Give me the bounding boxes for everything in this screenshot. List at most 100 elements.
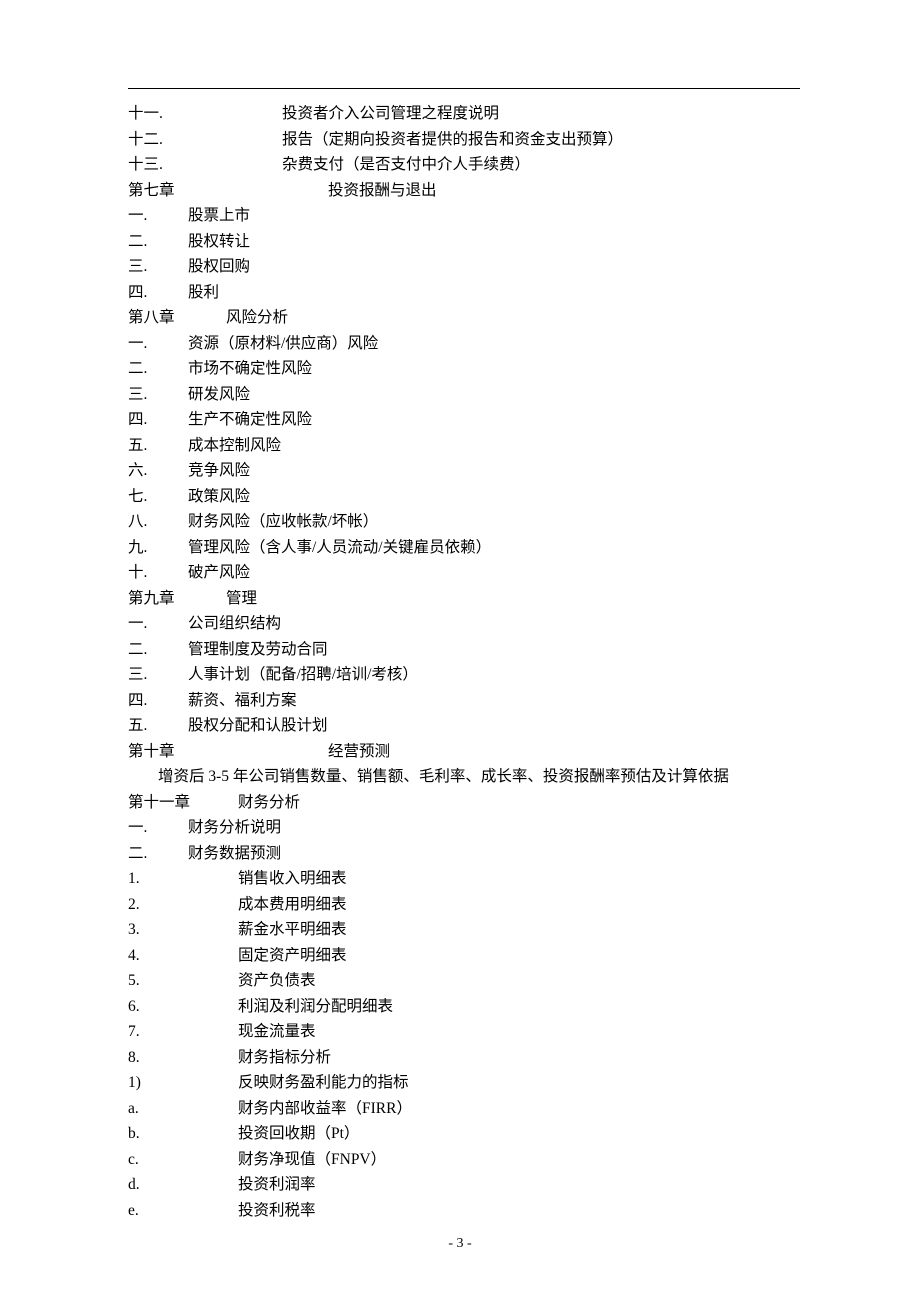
page-number: - 3 - (0, 1236, 920, 1252)
line-text: 杂费支付（是否支付中介人手续费） (282, 152, 530, 178)
line-number: 七. (128, 484, 188, 510)
toc-line: c.财务净现值（FNPV） (128, 1147, 800, 1173)
toc-line: d.投资利润率 (128, 1172, 800, 1198)
toc-line: 二.管理制度及劳动合同 (128, 637, 800, 663)
toc-line: 增资后 3-5 年公司销售数量、销售额、毛利率、成长率、投资报酬率预估及计算依据 (128, 764, 800, 790)
line-text: 管理 (226, 586, 257, 612)
toc-line: 八.财务风险（应收帐款/坏帐） (128, 509, 800, 535)
line-number: 五. (128, 713, 188, 739)
toc-line: 1.销售收入明细表 (128, 866, 800, 892)
line-text: 财务分析 (238, 790, 300, 816)
header-rule (128, 88, 800, 89)
line-number: 一. (128, 203, 188, 229)
toc-line: 六.竞争风险 (128, 458, 800, 484)
toc-line: 5.资产负债表 (128, 968, 800, 994)
line-number: 一. (128, 815, 188, 841)
line-number: 四. (128, 407, 188, 433)
line-text: 破产风险 (188, 560, 250, 586)
toc-line: 四.生产不确定性风险 (128, 407, 800, 433)
line-number: 十二. (128, 127, 282, 153)
toc-line: 五.成本控制风险 (128, 433, 800, 459)
toc-line: 十三.杂费支付（是否支付中介人手续费） (128, 152, 800, 178)
line-text: 资产负债表 (238, 968, 316, 994)
line-number: 八. (128, 509, 188, 535)
line-text: 增资后 3-5 年公司销售数量、销售额、毛利率、成长率、投资报酬率预估及计算依据 (158, 764, 729, 790)
toc-line: 三.研发风险 (128, 382, 800, 408)
line-text: 财务风险（应收帐款/坏帐） (188, 509, 378, 535)
line-number: 六. (128, 458, 188, 484)
toc-line: 四.股利 (128, 280, 800, 306)
line-number: 第十章 (128, 739, 328, 765)
toc-line: 8.财务指标分析 (128, 1045, 800, 1071)
line-text: 股权分配和认股计划 (188, 713, 328, 739)
line-number: 十. (128, 560, 188, 586)
toc-line: 十一.投资者介入公司管理之程度说明 (128, 101, 800, 127)
line-number: 一. (128, 331, 188, 357)
line-text: 生产不确定性风险 (188, 407, 312, 433)
line-number: 第七章 (128, 178, 328, 204)
toc-line: 二.市场不确定性风险 (128, 356, 800, 382)
line-number: 第十一章 (128, 790, 238, 816)
line-number: 1. (128, 866, 238, 892)
line-text: 财务内部收益率（FIRR） (238, 1096, 412, 1122)
line-number: 三. (128, 662, 188, 688)
line-text: 股票上市 (188, 203, 250, 229)
line-number: 7. (128, 1019, 238, 1045)
line-number: 1) (128, 1070, 238, 1096)
line-text: 风险分析 (226, 305, 288, 331)
toc-line: 四.薪资、福利方案 (128, 688, 800, 714)
toc-line: e.投资利税率 (128, 1198, 800, 1224)
line-number: 2. (128, 892, 238, 918)
line-text: 销售收入明细表 (238, 866, 347, 892)
line-text: 管理风险（含人事/人员流动/关键雇员依赖） (188, 535, 491, 561)
line-number: 二. (128, 356, 188, 382)
line-text: 股权回购 (188, 254, 250, 280)
line-text: 财务数据预测 (188, 841, 281, 867)
line-text: 投资者介入公司管理之程度说明 (282, 101, 499, 127)
line-text: 投资利税率 (238, 1198, 316, 1224)
toc-line: 4.固定资产明细表 (128, 943, 800, 969)
line-text: 反映财务盈利能力的指标 (238, 1070, 409, 1096)
line-number: 三. (128, 382, 188, 408)
toc-line: 一.财务分析说明 (128, 815, 800, 841)
toc-line: 3.薪金水平明细表 (128, 917, 800, 943)
toc-line: 九.管理风险（含人事/人员流动/关键雇员依赖） (128, 535, 800, 561)
line-text: 利润及利润分配明细表 (238, 994, 393, 1020)
toc-line: 一.股票上市 (128, 203, 800, 229)
toc-line: 一.公司组织结构 (128, 611, 800, 637)
line-number: 二. (128, 229, 188, 255)
line-text: 经营预测 (328, 739, 390, 765)
line-text: 政策风险 (188, 484, 250, 510)
toc-line: 7.现金流量表 (128, 1019, 800, 1045)
toc-line: a.财务内部收益率（FIRR） (128, 1096, 800, 1122)
line-number: d. (128, 1172, 238, 1198)
line-text: 固定资产明细表 (238, 943, 347, 969)
toc-line: 第八章风险分析 (128, 305, 800, 331)
line-text: 财务分析说明 (188, 815, 281, 841)
line-text: 人事计划（配备/招聘/培训/考核） (188, 662, 418, 688)
line-text: 成本费用明细表 (238, 892, 347, 918)
line-number: 4. (128, 943, 238, 969)
line-number: 十一. (128, 101, 282, 127)
toc-line: 2.成本费用明细表 (128, 892, 800, 918)
line-number: b. (128, 1121, 238, 1147)
line-text: 成本控制风险 (188, 433, 281, 459)
line-text: 投资报酬与退出 (328, 178, 437, 204)
toc-line: 第七章投资报酬与退出 (128, 178, 800, 204)
document-body: 十一.投资者介入公司管理之程度说明十二.报告（定期向投资者提供的报告和资金支出预… (128, 101, 800, 1223)
line-number: 第九章 (128, 586, 226, 612)
line-text: 投资利润率 (238, 1172, 316, 1198)
line-text: 现金流量表 (238, 1019, 316, 1045)
line-text: 竞争风险 (188, 458, 250, 484)
line-number: 五. (128, 433, 188, 459)
toc-line: 二.股权转让 (128, 229, 800, 255)
line-number: 三. (128, 254, 188, 280)
line-text: 公司组织结构 (188, 611, 281, 637)
line-number: 8. (128, 1045, 238, 1071)
toc-line: 二.财务数据预测 (128, 841, 800, 867)
toc-line: 第九章管理 (128, 586, 800, 612)
line-number: 四. (128, 688, 188, 714)
line-number: 3. (128, 917, 238, 943)
toc-line: 七.政策风险 (128, 484, 800, 510)
toc-line: 一.资源（原材料/供应商）风险 (128, 331, 800, 357)
